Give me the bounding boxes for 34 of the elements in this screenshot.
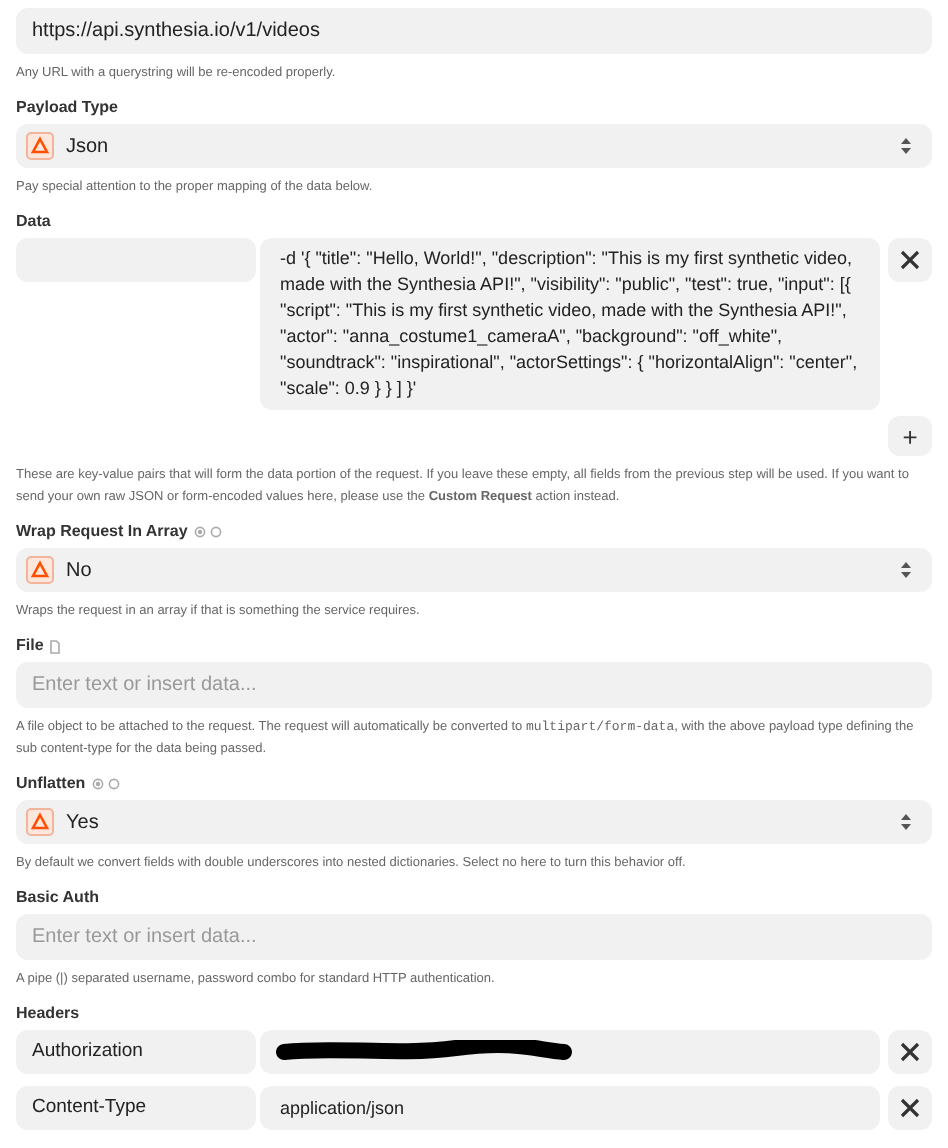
select-value: Json <box>66 133 111 161</box>
value-input-field[interactable]: -d '{ "title": "Hello, World!", "description": "This is my first synthetic video, made with the Synthesia API!", "visibility": "public", "test": true, "input": [{ "script": "This is my first synthetic video, made with the Synthesia API!", "actor": "anna_costume1_cameraA", "background": "off_white", "soundtrack": "inspirational", "actorSettings": { "horizontalAlign": "center", "scale": 0.9 } } ] }' <box>260 238 880 410</box>
remove-button[interactable] <box>888 1086 932 1130</box>
key-input-field[interactable]: Authorization <box>16 1030 256 1074</box>
field-label: Wrap Request In Array <box>16 522 188 542</box>
dropdown-select[interactable]: Yes <box>16 800 932 844</box>
remove-button[interactable] <box>888 238 932 282</box>
radio-toggle-icon[interactable] <box>91 778 122 790</box>
close-icon <box>900 250 920 270</box>
close-icon <box>900 1098 920 1118</box>
radio-toggle-icon[interactable] <box>193 526 224 538</box>
close-icon <box>900 1042 920 1062</box>
dropdown-select[interactable]: No <box>16 548 932 592</box>
up-down-arrows-icon <box>900 812 912 832</box>
dropdown-select[interactable]: Json <box>16 124 932 168</box>
field-label: Headers <box>16 1004 80 1024</box>
add-button[interactable]: + <box>888 416 932 456</box>
app-logo-icon <box>26 132 54 160</box>
value-input-field[interactable] <box>260 1030 880 1074</box>
app-logo-icon <box>26 556 54 584</box>
up-down-arrows-icon <box>900 136 912 156</box>
field-label: Data <box>16 212 51 232</box>
remove-button[interactable] <box>888 1030 932 1074</box>
field-label: File <box>16 636 44 656</box>
app-logo-icon <box>26 808 54 836</box>
text-input-field[interactable]: https://api.synthesia.io/v1/videos <box>16 8 932 54</box>
up-down-arrows-icon <box>900 560 912 580</box>
field-label: Basic Auth <box>16 888 99 908</box>
select-value: No <box>66 557 94 585</box>
value-input-field[interactable]: application/json <box>260 1086 880 1130</box>
key-input-field[interactable]: Content-Type <box>16 1086 256 1130</box>
field-label: Payload Type <box>16 98 118 118</box>
field-label: Unflatten <box>16 774 86 794</box>
select-value: Yes <box>66 809 101 837</box>
